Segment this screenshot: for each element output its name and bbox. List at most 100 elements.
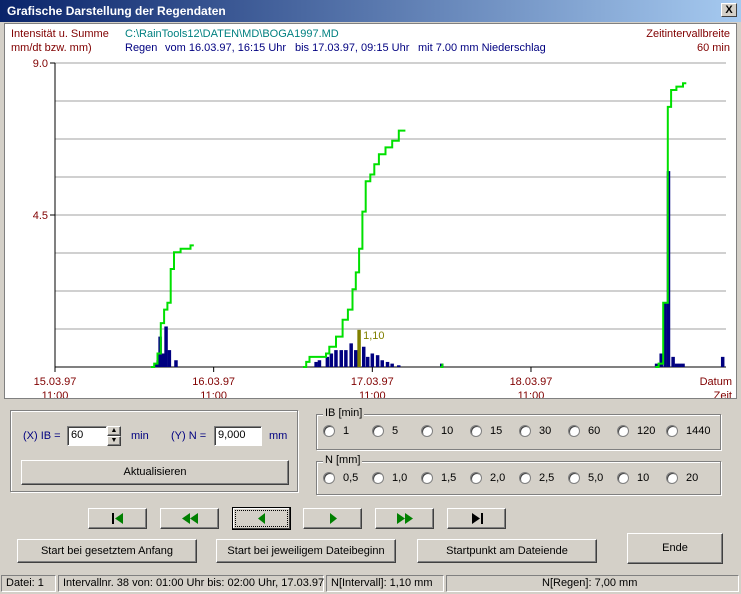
bar (344, 350, 348, 367)
start-end-button[interactable]: Startpunkt am Dateiende (417, 539, 597, 563)
ib-radio-1[interactable] (372, 425, 384, 437)
status-file: Datei: 1 (1, 575, 56, 592)
nav-forward-button[interactable] (303, 508, 362, 529)
cumulative-line (302, 129, 406, 368)
x-tick-date: 15.03.97 (34, 376, 77, 388)
fast-backward-icon (181, 513, 198, 524)
x-tick-time: 11:00 (200, 390, 227, 398)
x-tick-date: 17.03.97 (351, 376, 394, 388)
start-set-button[interactable]: Start bei gesetztem Anfang (17, 539, 197, 563)
bar (354, 350, 358, 367)
ib-radio-4[interactable] (519, 425, 531, 437)
start-file-button[interactable]: Start bei jeweiligem Dateibeginn (216, 539, 396, 563)
nav-last-button[interactable] (447, 508, 506, 529)
bar (677, 363, 682, 367)
x-axis-label-time: Zeit (714, 390, 732, 398)
triangle-up-icon: ▲ (110, 427, 118, 434)
x-tick-time: 11:00 (518, 390, 545, 398)
n-group-title: N [mm] (323, 454, 363, 466)
n-option-label: 1,0 (392, 472, 408, 484)
y-tick-label: 9.0 (33, 58, 48, 70)
bar (161, 353, 165, 367)
ib-radio-3[interactable] (470, 425, 482, 437)
n-option-label: 0,5 (343, 472, 359, 484)
bar (334, 350, 338, 367)
n-radio-6[interactable] (617, 472, 629, 484)
window-title: Grafische Darstellung der Regendaten (7, 4, 226, 18)
ib-unit: min (131, 430, 149, 442)
n-radio-2[interactable] (421, 472, 433, 484)
ib-option-label: 1 (343, 425, 350, 437)
ib-radio-5[interactable] (568, 425, 580, 437)
x-tick-time: 11:00 (359, 390, 386, 398)
status-interval: Intervallnr. 38 von: 01:00 Uhr bis: 02:0… (58, 575, 324, 592)
bar (361, 346, 366, 367)
bar (167, 350, 172, 367)
cumulative-line (150, 244, 194, 368)
x-tick-date: 16.03.97 (192, 376, 235, 388)
ib-group-title: IB [min] (323, 407, 365, 419)
ib-radio-7[interactable] (666, 425, 678, 437)
bar (370, 353, 375, 367)
skip-first-icon (111, 513, 123, 524)
n-radio-5[interactable] (568, 472, 580, 484)
fast-forward-icon (396, 513, 413, 524)
ib-spin-down-button[interactable]: ▼ (107, 436, 121, 446)
update-button[interactable]: Aktualisieren (21, 460, 289, 485)
ib-radio-2[interactable] (421, 425, 433, 437)
step-backward-icon (257, 513, 265, 524)
nav-fast-forward-button[interactable] (375, 508, 434, 529)
n-input[interactable]: 9,000 (214, 426, 262, 446)
ib-label: (X) IB = (23, 430, 61, 442)
status-n-interval: N[Intervall]: 1,10 mm (326, 575, 444, 592)
bar (380, 360, 384, 367)
step-forward-icon (329, 513, 337, 524)
bar (671, 356, 675, 367)
ib-options-group: IB [min] 1 5 10 15 30 60 120 1440 (316, 407, 721, 450)
end-button[interactable]: Ende (627, 533, 723, 564)
window-titlebar: Grafische Darstellung der Regendaten X (0, 0, 741, 22)
ib-spin-up-button[interactable]: ▲ (107, 426, 121, 436)
n-option-label: 2,0 (490, 472, 506, 484)
close-button[interactable]: X (721, 3, 737, 17)
ib-option-label: 5 (392, 425, 399, 437)
n-option-label: 20 (686, 472, 699, 484)
n-option-label: 10 (637, 472, 650, 484)
n-radio-0[interactable] (323, 472, 335, 484)
skip-last-icon (471, 513, 483, 524)
bar (314, 361, 318, 367)
ib-radio-6[interactable] (617, 425, 629, 437)
ib-input[interactable]: 60 (67, 426, 107, 446)
ib-option-label: 1440 (686, 425, 711, 437)
nav-fast-back-button[interactable] (160, 508, 219, 529)
highlight-bar (357, 329, 361, 367)
bar (339, 350, 343, 367)
status-bar: Datei: 1 Intervallnr. 38 von: 01:00 Uhr … (0, 573, 741, 594)
bar (365, 356, 370, 367)
x-tick-time: 11:00 (42, 390, 69, 398)
n-radio-4[interactable] (519, 472, 531, 484)
x-tick-date: 18.03.97 (510, 376, 553, 388)
bar (317, 360, 322, 367)
n-options-group: N [mm] 0,5 1,0 1,5 2,0 2,5 5,0 10 20 (316, 454, 721, 495)
bar (674, 363, 679, 367)
ib-option-label: 60 (588, 425, 601, 437)
nav-first-button[interactable] (88, 508, 147, 529)
bar (681, 363, 685, 367)
n-radio-1[interactable] (372, 472, 384, 484)
ib-option-label: 15 (490, 425, 503, 437)
triangle-down-icon: ▼ (110, 437, 118, 444)
n-option-label: 5,0 (588, 472, 604, 484)
n-radio-3[interactable] (470, 472, 482, 484)
bar (164, 326, 168, 367)
n-option-label: 2,5 (539, 472, 555, 484)
ib-option-label: 120 (637, 425, 656, 437)
x-axis-label-date: Datum (700, 376, 732, 388)
ib-option-label: 10 (441, 425, 454, 437)
ib-option-label: 30 (539, 425, 552, 437)
n-label: (Y) N = (171, 430, 207, 442)
ib-radio-0[interactable] (323, 425, 335, 437)
n-radio-7[interactable] (666, 472, 678, 484)
nav-back-button[interactable] (232, 507, 291, 530)
n-option-label: 1,5 (441, 472, 457, 484)
